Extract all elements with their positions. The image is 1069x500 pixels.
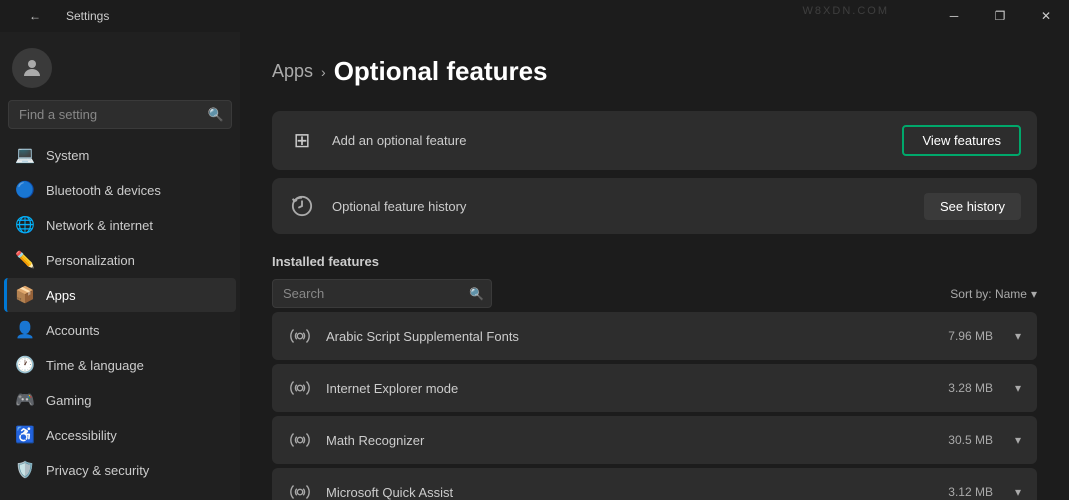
feature-list: Arabic Script Supplemental Fonts 7.96 MB… <box>272 312 1037 500</box>
titlebar: ← Settings W8XDN.COM ─ ❐ ✕ <box>0 0 1069 32</box>
app-layout: 🔍 💻 System 🔵 Bluetooth & devices 🌐 Netwo… <box>0 32 1069 500</box>
feature-chevron-ie_mode: ▾ <box>1015 381 1021 395</box>
see-history-button[interactable]: See history <box>924 193 1021 220</box>
feature-item-quick_assist[interactable]: Microsoft Quick Assist 3.12 MB ▾ <box>272 468 1037 500</box>
sidebar-item-accessibility[interactable]: ♿ Accessibility <box>4 418 236 452</box>
sidebar-item-bluetooth[interactable]: 🔵 Bluetooth & devices <box>4 173 236 207</box>
add-feature-icon: ⊞ <box>288 127 316 155</box>
sidebar-icon-time: 🕐 <box>16 356 34 374</box>
sidebar-item-time[interactable]: 🕐 Time & language <box>4 348 236 382</box>
feature-item-math[interactable]: Math Recognizer 30.5 MB ▾ <box>272 416 1037 464</box>
feature-item-ie_mode[interactable]: Internet Explorer mode 3.28 MB ▾ <box>272 364 1037 412</box>
titlebar-title: Settings <box>66 9 109 23</box>
feature-name-math: Math Recognizer <box>326 433 934 448</box>
sidebar-item-apps[interactable]: 📦 Apps <box>4 278 236 312</box>
sidebar-label-accounts: Accounts <box>46 323 99 338</box>
sidebar-item-system[interactable]: 💻 System <box>4 138 236 172</box>
feature-item-arabic[interactable]: Arabic Script Supplemental Fonts 7.96 MB… <box>272 312 1037 360</box>
sidebar-icon-accessibility: ♿ <box>16 426 34 444</box>
sidebar-label-accessibility: Accessibility <box>46 428 117 443</box>
history-label: Optional feature history <box>332 199 908 214</box>
sort-label: Sort by: Name <box>950 287 1027 301</box>
view-features-button[interactable]: View features <box>902 125 1021 156</box>
installed-search-icon: 🔍 <box>469 287 484 301</box>
breadcrumb: Apps › Optional features <box>272 56 1037 87</box>
add-feature-label: Add an optional feature <box>332 133 886 148</box>
feature-size-quick_assist: 3.12 MB <box>948 485 993 499</box>
feature-chevron-math: ▾ <box>1015 433 1021 447</box>
sort-chevron-icon: ▾ <box>1031 287 1037 301</box>
installed-search-bar: 🔍 Sort by: Name ▾ <box>272 279 1037 308</box>
feature-name-arabic: Arabic Script Supplemental Fonts <box>326 329 934 344</box>
close-button[interactable]: ✕ <box>1023 0 1069 32</box>
feature-icon-arabic <box>288 324 312 348</box>
installed-search-wrap: 🔍 <box>272 279 492 308</box>
sidebar-search-input[interactable] <box>8 100 232 129</box>
breadcrumb-separator: › <box>321 64 326 80</box>
sidebar-label-system: System <box>46 148 89 163</box>
watermark: W8XDN.COM <box>803 5 889 17</box>
sidebar-item-accounts[interactable]: 👤 Accounts <box>4 313 236 347</box>
feature-name-quick_assist: Microsoft Quick Assist <box>326 485 934 500</box>
add-feature-card: ⊞ Add an optional feature View features <box>272 111 1037 170</box>
sidebar-search-wrap: 🔍 <box>8 100 232 129</box>
sidebar-icon-accounts: 👤 <box>16 321 34 339</box>
sidebar-icon-bluetooth: 🔵 <box>16 181 34 199</box>
feature-icon-ie_mode <box>288 376 312 400</box>
restore-button[interactable]: ❐ <box>977 0 1023 32</box>
sidebar-icon-apps: 📦 <box>16 286 34 304</box>
breadcrumb-current: Optional features <box>334 56 548 87</box>
installed-section-title: Installed features <box>272 254 1037 269</box>
titlebar-controls: ─ ❐ ✕ <box>931 0 1069 32</box>
sidebar-label-network: Network & internet <box>46 218 153 233</box>
sidebar-icon-personalization: ✏️ <box>16 251 34 269</box>
sidebar-icon-network: 🌐 <box>16 216 34 234</box>
sidebar-item-network[interactable]: 🌐 Network & internet <box>4 208 236 242</box>
breadcrumb-apps-link[interactable]: Apps <box>272 61 313 82</box>
history-icon <box>288 192 316 220</box>
sidebar-nav: 💻 System 🔵 Bluetooth & devices 🌐 Network… <box>0 137 240 492</box>
sidebar-label-gaming: Gaming <box>46 393 92 408</box>
sidebar-icon-privacy: 🛡️ <box>16 461 34 479</box>
back-button[interactable]: ← <box>12 0 58 32</box>
sidebar-icon-gaming: 🎮 <box>16 391 34 409</box>
sidebar-item-gaming[interactable]: 🎮 Gaming <box>4 383 236 417</box>
feature-size-arabic: 7.96 MB <box>948 329 993 343</box>
feature-size-ie_mode: 3.28 MB <box>948 381 993 395</box>
minimize-button[interactable]: ─ <box>931 0 977 32</box>
sidebar-item-update[interactable]: 🔄 Windows Update <box>4 488 236 492</box>
titlebar-left: ← Settings <box>12 0 109 32</box>
sidebar-icon-system: 💻 <box>16 146 34 164</box>
avatar <box>12 48 52 88</box>
history-card: Optional feature history See history <box>272 178 1037 234</box>
sidebar: 🔍 💻 System 🔵 Bluetooth & devices 🌐 Netwo… <box>0 32 240 500</box>
sidebar-profile <box>0 40 240 100</box>
feature-chevron-quick_assist: ▾ <box>1015 485 1021 499</box>
sidebar-search-icon: 🔍 <box>208 107 224 123</box>
feature-icon-quick_assist <box>288 480 312 500</box>
feature-name-ie_mode: Internet Explorer mode <box>326 381 934 396</box>
sidebar-label-time: Time & language <box>46 358 144 373</box>
sidebar-item-personalization[interactable]: ✏️ Personalization <box>4 243 236 277</box>
content: Apps › Optional features ⊞ Add an option… <box>240 32 1069 500</box>
feature-size-math: 30.5 MB <box>948 433 993 447</box>
sidebar-item-privacy[interactable]: 🛡️ Privacy & security <box>4 453 236 487</box>
sort-control[interactable]: Sort by: Name ▾ <box>950 287 1037 301</box>
sidebar-label-personalization: Personalization <box>46 253 135 268</box>
sidebar-label-bluetooth: Bluetooth & devices <box>46 183 161 198</box>
feature-icon-math <box>288 428 312 452</box>
sidebar-label-apps: Apps <box>46 288 76 303</box>
installed-search-input[interactable] <box>272 279 492 308</box>
feature-chevron-arabic: ▾ <box>1015 329 1021 343</box>
sidebar-label-privacy: Privacy & security <box>46 463 149 478</box>
